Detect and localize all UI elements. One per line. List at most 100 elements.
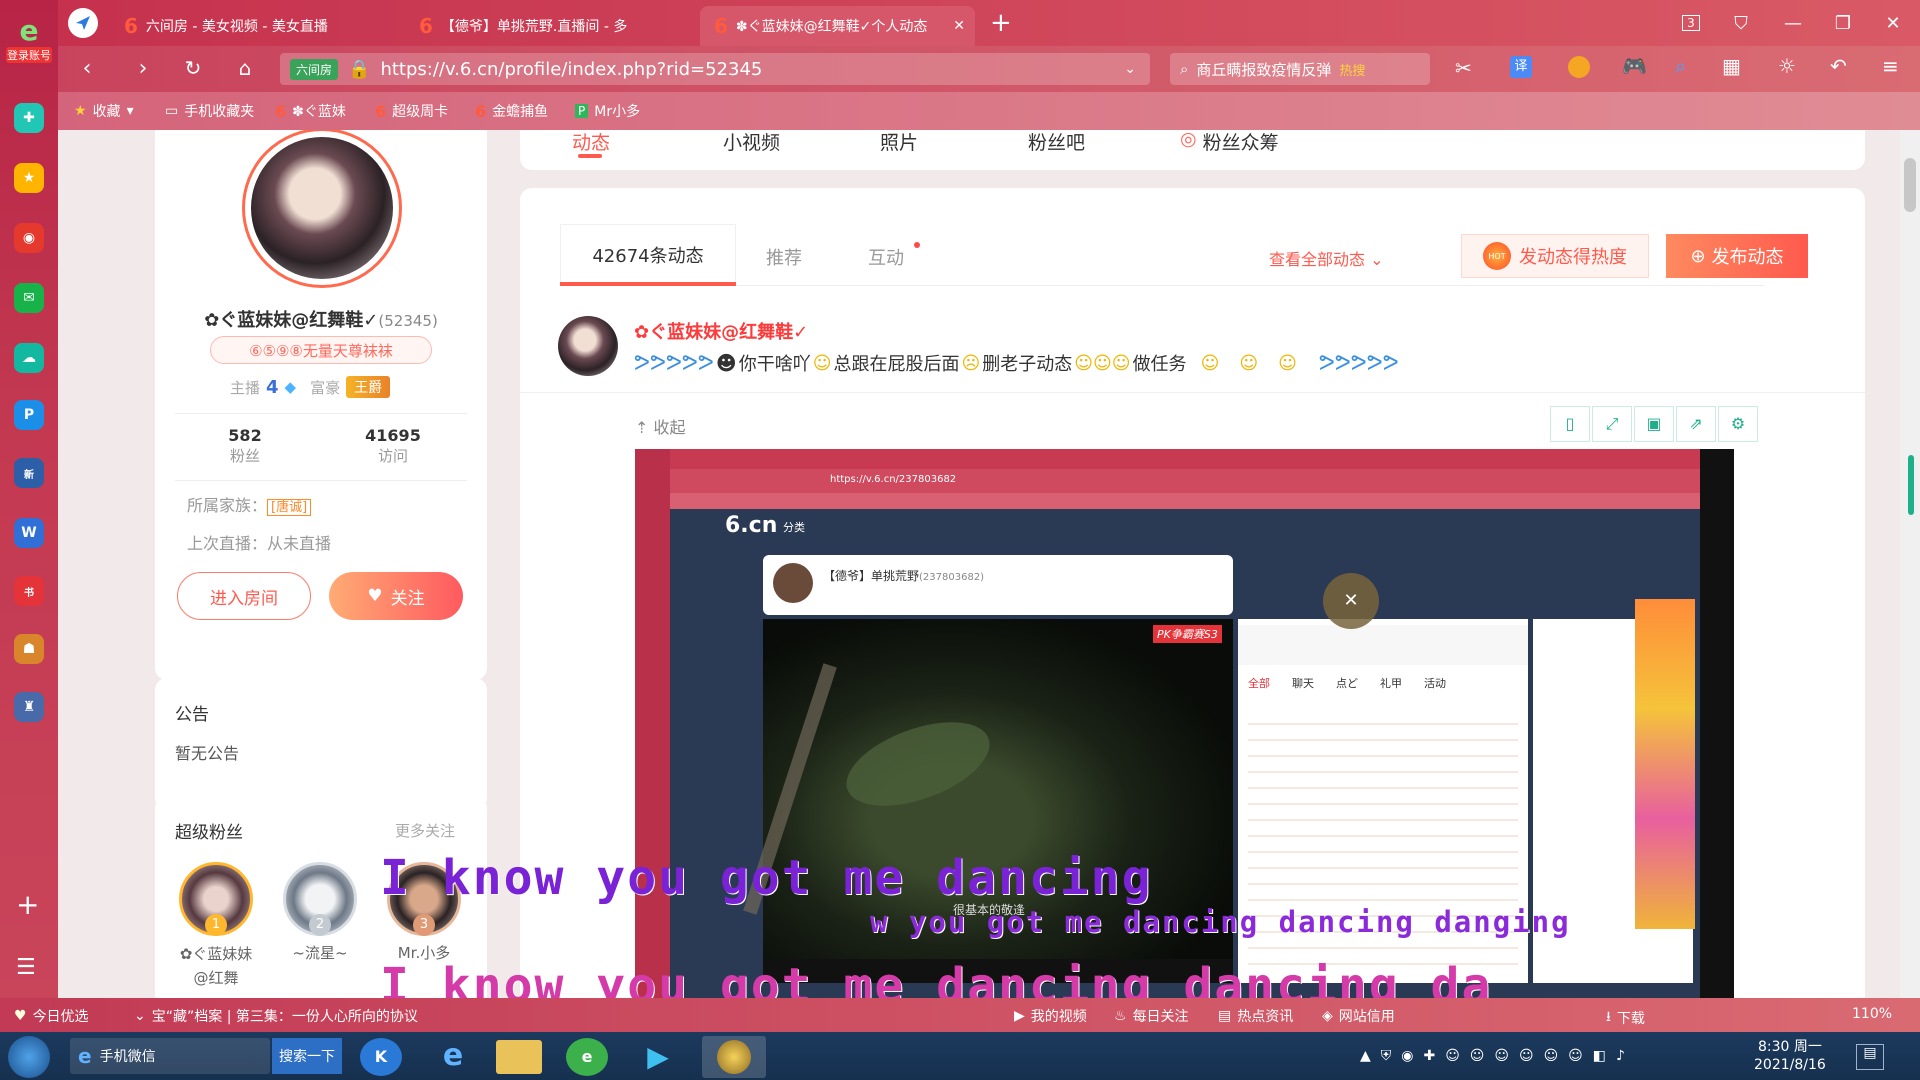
share-icon[interactable]: ⇗ [1676, 406, 1716, 442]
zoom-level[interactable]: 110% [1852, 1006, 1892, 1022]
rail-cloud-icon[interactable]: ☁ [14, 343, 44, 373]
rail-add-icon[interactable]: + [16, 888, 39, 921]
crowdfund-icon: ◎ [1180, 130, 1197, 150]
minimize-icon[interactable]: — [1770, 0, 1816, 46]
wechat-task[interactable]: e 手机微信 [70, 1038, 270, 1074]
bookmark-profile[interactable]: 6 ✽ぐ蓝妹 [275, 98, 346, 124]
status-download[interactable]: ⭳ 下载 [1606, 1006, 1645, 1030]
rail-castle-icon[interactable]: ♜ [14, 692, 44, 722]
explorer-icon[interactable] [496, 1040, 542, 1074]
collapse-link[interactable]: ⇡ 收起 [635, 414, 686, 438]
bookmark-mrxiaoduo[interactable]: P Mr小多 [575, 98, 640, 124]
bookmark-fishing[interactable]: 6 金蟾捕鱼 [475, 98, 548, 124]
tray-icons[interactable]: ▲⛨◉✚☺☺☺☺☺☺◧♪ [1360, 1048, 1635, 1064]
status-daily[interactable]: ♨ 每日关注 [1114, 1006, 1189, 1026]
tab-0[interactable]: 6 六间房 - 美女视频 - 美女直播 [110, 6, 400, 46]
rail-mail-icon[interactable]: ✉ [14, 283, 44, 313]
browser-nav-icon[interactable] [68, 8, 98, 38]
start-button[interactable] [8, 1036, 50, 1078]
back-icon[interactable]: ‹ [72, 56, 102, 81]
save-image-icon[interactable]: ▣ [1634, 406, 1674, 442]
settings-gear-icon[interactable]: ⚙ [1718, 406, 1758, 442]
ie-browser-icon[interactable]: e [428, 1038, 478, 1076]
refresh-icon[interactable]: ↻ [178, 56, 208, 80]
tab-2-active[interactable]: 6 ✽ぐ蓝妹妹@红舞鞋✓个人动态 ✕ [700, 6, 975, 46]
rail-word-icon[interactable]: W [14, 518, 44, 548]
game-icon[interactable]: 🎮 [1622, 54, 1647, 78]
rail-list-icon[interactable]: ☰ [16, 955, 36, 980]
bookmark-weekcard[interactable]: 6 超级周卡 [375, 98, 448, 124]
rail-star-icon[interactable]: ★ [14, 163, 44, 193]
publish-button[interactable]: ⊕ 发布动态 [1666, 234, 1808, 278]
skin-icon[interactable]: ⛉ [1718, 0, 1764, 46]
vertical-scrollbar[interactable] [1900, 130, 1920, 998]
rail-plus-icon[interactable]: ✚ [14, 103, 44, 133]
rail-weibo-icon[interactable]: ◉ [14, 223, 44, 253]
follow-button[interactable]: ♥ 关注 [329, 572, 463, 620]
fit-icon[interactable]: ▯ [1550, 406, 1590, 442]
coin-icon[interactable] [1568, 56, 1590, 78]
search-once-button[interactable]: 搜索一下 [272, 1038, 342, 1074]
bookmark-favorites[interactable]: ★ 收藏 ▾ [74, 98, 134, 124]
login-account[interactable]: e 登录账号 [6, 14, 52, 63]
menu-icon[interactable]: ≡ [1882, 54, 1899, 78]
scissors-icon[interactable]: ✂ [1455, 56, 1472, 80]
bookmark-mobile[interactable]: ▭ 手机收藏夹 [165, 98, 254, 124]
super-fan-2[interactable]: 2 ~流星~ [275, 862, 365, 963]
restore-icon[interactable]: ❐ [1820, 0, 1866, 46]
super-fan-1[interactable]: 1 ✿ぐ蓝妹妹@红舞 [175, 862, 257, 990]
magnifier-icon[interactable]: ⌕ [1675, 54, 1686, 78]
home-icon[interactable]: ⌂ [230, 56, 260, 80]
scroll-thumb[interactable] [1904, 158, 1916, 212]
search-box[interactable]: ⌕ 商丘瞒报致疫情反弹 热搜 [1170, 53, 1430, 85]
notification-icon[interactable]: ▤ [1856, 1044, 1884, 1070]
nav-tab-photos[interactable]: 照片 [880, 130, 918, 155]
status-hot-news[interactable]: ▤ 热点资讯 [1218, 1006, 1293, 1026]
view-all-dropdown[interactable]: 查看全部动态 ⌄ [1269, 246, 1384, 270]
nav-tab-fanbar[interactable]: 粉丝吧 [1028, 130, 1085, 155]
system-clock[interactable]: 8:30 周一 2021/8/16 [1754, 1038, 1826, 1074]
nav-tab-videos[interactable]: 小视频 [723, 130, 780, 155]
feed-tab-recommend[interactable]: 推荐 [766, 244, 802, 270]
status-my-video[interactable]: ▶ 我的视频 [1014, 1006, 1087, 1026]
dropdown-icon[interactable]: ⌄ [1124, 61, 1136, 77]
status-today[interactable]: ♥ 今日优选 [14, 1006, 89, 1026]
active-app-task[interactable] [702, 1036, 766, 1078]
rail-p-icon[interactable]: P [14, 400, 44, 430]
status-credit[interactable]: ◈ 网站信用 [1322, 1006, 1395, 1026]
browser-360-icon[interactable]: e [566, 1038, 608, 1076]
rail-news-icon[interactable]: 新 [14, 458, 44, 488]
visits-stat[interactable]: 41695 访问 [343, 426, 443, 466]
new-tab-icon[interactable]: + [990, 8, 1012, 38]
more-follow-link[interactable]: 更多关注 [395, 820, 455, 841]
status-headline[interactable]: ⌄ 宝“藏”档案 | 第三集：一份人心所向的协议 [134, 1006, 418, 1026]
brightness-icon[interactable]: ☼ [1778, 54, 1796, 78]
close-window-icon[interactable]: ✕ [1870, 0, 1916, 46]
tab-1[interactable]: 6 【德爷】单挑荒野.直播间 - 多 [405, 6, 695, 46]
rail-redbook-icon[interactable]: 书 [14, 576, 44, 606]
feed-tab-interact[interactable]: 互动 [868, 244, 904, 270]
enter-room-button[interactable]: 进入房间 [177, 572, 311, 620]
k-app-icon[interactable]: K [360, 1038, 402, 1076]
fans-stat[interactable]: 582 粉丝 [195, 426, 295, 466]
emoji-row-icon: ᕗᕗᕗᕗᕗ [634, 350, 714, 376]
tab-count-badge[interactable]: 3 [1668, 0, 1714, 46]
side-handle[interactable] [1908, 455, 1914, 515]
forward-icon[interactable]: › [128, 56, 158, 81]
close-tab-icon[interactable]: ✕ [953, 18, 965, 34]
nav-tab-crowdfund[interactable]: ◎ 粉丝众筹 [1180, 130, 1279, 155]
fullscreen-icon[interactable]: ⤢ [1592, 406, 1632, 442]
image-toolbar: ▯ ⤢ ▣ ⇗ ⚙ [1550, 406, 1758, 442]
profile-avatar[interactable] [242, 130, 402, 288]
media-player-icon[interactable]: ▶ [636, 1040, 680, 1074]
post-author-avatar[interactable] [558, 316, 618, 376]
undo-icon[interactable]: ↶ [1830, 54, 1847, 78]
heat-button[interactable]: HOT 发动态得热度 [1461, 234, 1649, 278]
grid-icon[interactable]: ▦ [1722, 54, 1741, 78]
feed-tab-all[interactable]: 42674条动态 [560, 224, 736, 286]
nav-tab-dynamic[interactable]: 动态 [572, 130, 610, 155]
post-author-name[interactable]: ✿ぐ蓝妹妹@红舞鞋✓ [634, 318, 808, 344]
url-bar[interactable]: 六间房 🔒 https://v.6.cn/profile/index.php?r… [280, 53, 1150, 85]
translate-icon[interactable]: 译 [1510, 56, 1532, 78]
rail-game-icon[interactable]: ☗ [14, 634, 44, 664]
